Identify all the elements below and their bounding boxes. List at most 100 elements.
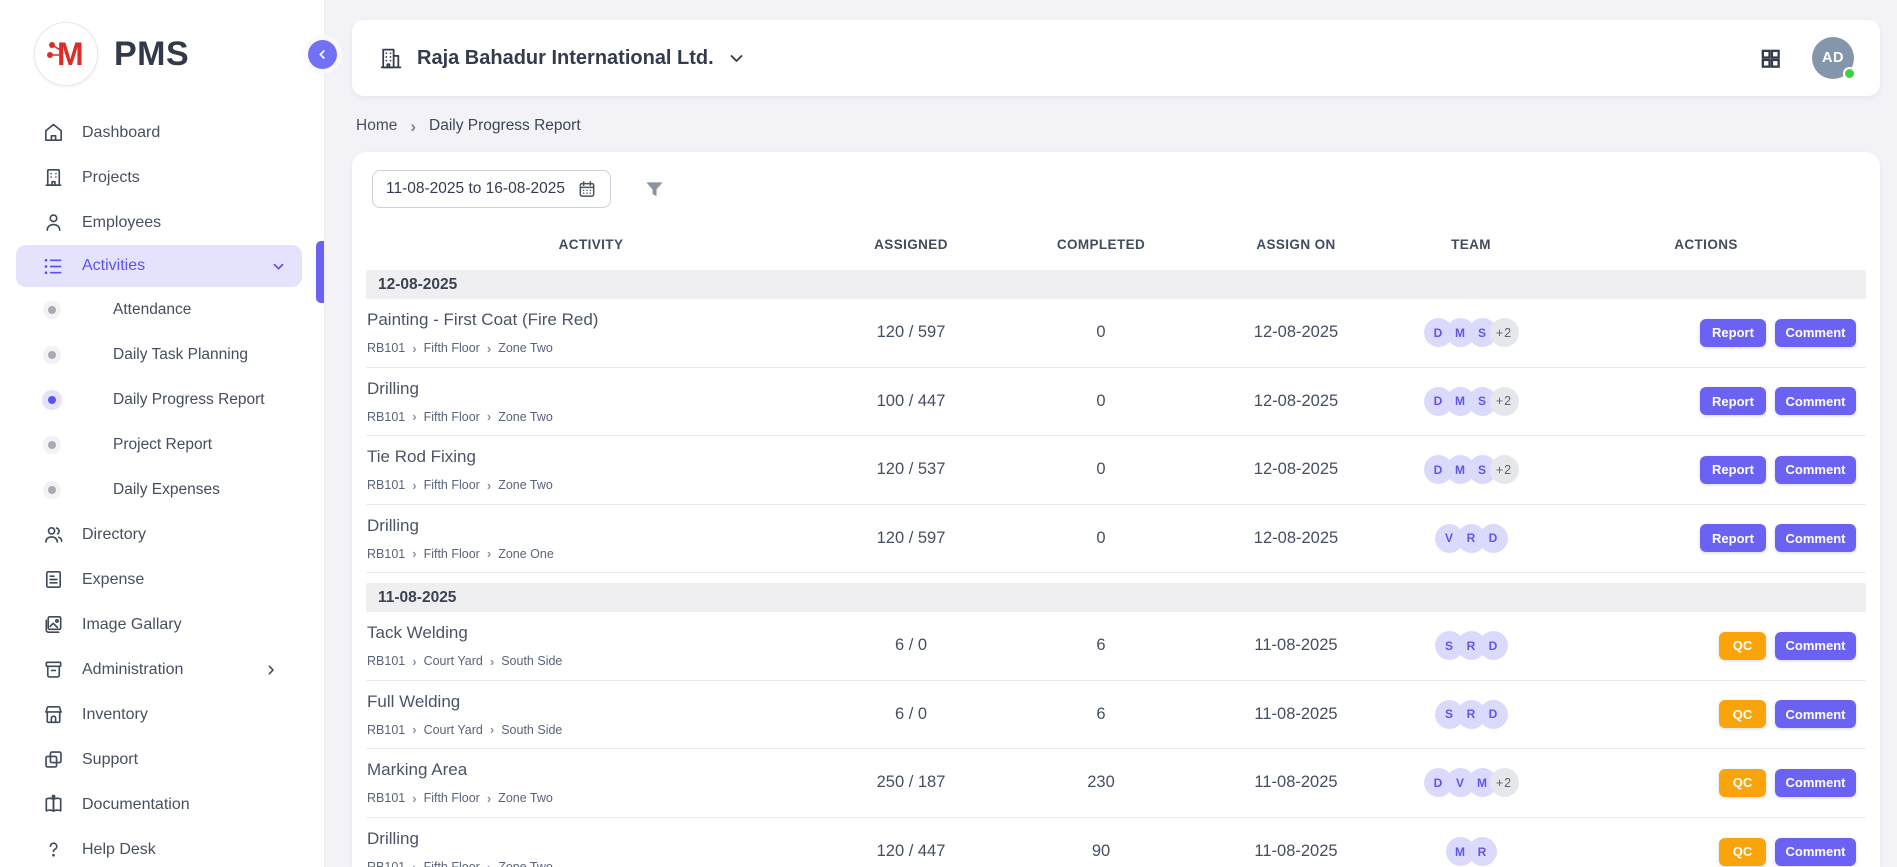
group-header-row: 11-08-2025	[366, 583, 1866, 612]
comment-button[interactable]: Comment	[1775, 524, 1856, 552]
sidebar-subitem-daily-expenses[interactable]: Daily Expenses	[0, 467, 324, 512]
path-segment: Court Yard	[424, 654, 483, 668]
comment-button[interactable]: Comment	[1775, 838, 1856, 866]
assigned-value: 6 / 0	[816, 705, 1006, 724]
team-avatars[interactable]: DMS+2	[1396, 387, 1546, 416]
sidebar-subitem-attendance[interactable]: Attendance	[0, 287, 324, 332]
path-segment: Fifth Floor	[424, 860, 480, 867]
team-avatars[interactable]: MR	[1396, 837, 1546, 866]
actions-cell: QC Comment	[1546, 632, 1866, 660]
activity-cell: Tack WeldingRB101›Court Yard›South Side	[366, 623, 816, 668]
qc-button[interactable]: QC	[1719, 700, 1766, 728]
topbar: Raja Bahadur International Ltd. AD	[352, 20, 1880, 96]
report-button[interactable]: Report	[1700, 524, 1766, 552]
sidebar-subitem-project-report[interactable]: Project Report	[0, 422, 324, 467]
comment-button[interactable]: Comment	[1775, 387, 1856, 415]
comment-button[interactable]: Comment	[1775, 769, 1856, 797]
activity-path: RB101›Fifth Floor›Zone Two	[367, 791, 816, 805]
comment-button[interactable]: Comment	[1775, 632, 1856, 660]
report-button[interactable]: Report	[1700, 387, 1766, 415]
collapse-sidebar-button[interactable]	[308, 40, 337, 69]
table-row: Painting - First Coat (Fire Red)RB101›Fi…	[366, 299, 1866, 368]
archive-icon	[41, 658, 65, 682]
actions-cell: Report Comment	[1546, 456, 1866, 484]
sidebar-item-projects[interactable]: Projects	[0, 155, 324, 200]
path-segment: Zone Two	[498, 791, 553, 805]
sidebar-item-label: Dashboard	[82, 124, 160, 142]
path-segment: Fifth Floor	[424, 341, 480, 355]
report-button[interactable]: Report	[1700, 456, 1766, 484]
activity-cell: DrillingRB101›Fifth Floor›Zone Two	[366, 829, 816, 867]
chevron-right-icon: ›	[412, 410, 416, 423]
table-row: Tack WeldingRB101›Court Yard›South Side 6…	[366, 612, 1866, 681]
sidebar-item-inventory[interactable]: Inventory	[0, 692, 324, 737]
sidebar-item-expense[interactable]: Expense	[0, 557, 324, 602]
sidebar-item-support[interactable]: Support	[0, 737, 324, 782]
sidebar-subitem-label: Project Report	[113, 436, 212, 454]
chevron-right-icon: ›	[487, 861, 491, 867]
activity-path: RB101›Fifth Floor›Zone Two	[367, 860, 816, 867]
activity-cell: DrillingRB101›Fifth Floor›Zone Two	[366, 379, 816, 424]
qc-button[interactable]: QC	[1719, 769, 1766, 797]
actions-cell: Report Comment	[1546, 524, 1866, 552]
user-avatar[interactable]: AD	[1812, 37, 1854, 79]
sidebar-subitem-daily-task-planning[interactable]: Daily Task Planning	[0, 332, 324, 377]
sidebar-item-employees[interactable]: Employees	[0, 200, 324, 245]
sidebar-item-administration[interactable]: Administration	[0, 647, 324, 692]
sidebar-item-label: Directory	[82, 526, 146, 544]
status-online-dot	[1843, 67, 1856, 80]
team-avatars[interactable]: VRD	[1396, 524, 1546, 553]
bullet-dot-icon	[48, 396, 56, 404]
path-segment: RB101	[367, 654, 405, 668]
assigned-value: 120 / 597	[816, 529, 1006, 548]
breadcrumb-home[interactable]: Home	[356, 117, 397, 135]
sidebar-item-help-desk[interactable]: Help Desk	[0, 827, 324, 867]
path-segment: RB101	[367, 547, 405, 561]
activity-path: RB101›Court Yard›South Side	[367, 654, 816, 668]
sidebar-item-activities[interactable]: Activities	[16, 245, 302, 287]
company-selector[interactable]: Raja Bahadur International Ltd.	[378, 46, 745, 71]
sidebar-item-documentation[interactable]: Documentation	[0, 782, 324, 827]
table-row: DrillingRB101›Fifth Floor›Zone One120 / …	[366, 505, 1866, 574]
apps-grid-icon[interactable]	[1759, 47, 1782, 70]
report-button[interactable]: Report	[1700, 319, 1766, 347]
sidebar-item-directory[interactable]: Directory	[0, 512, 324, 557]
question-icon	[41, 838, 65, 862]
path-segment: Zone Two	[498, 478, 553, 492]
bullet-dot-icon	[48, 306, 56, 314]
team-avatars[interactable]: DMS+2	[1396, 455, 1546, 484]
date-range-input[interactable]: 11-08-2025 to 16-08-2025	[372, 170, 611, 208]
sidebar-item-label: Inventory	[82, 706, 148, 724]
team-avatars[interactable]: DMS+2	[1396, 318, 1546, 347]
team-avatars[interactable]: SRD	[1396, 700, 1546, 729]
chevron-left-icon	[316, 48, 329, 61]
comment-button[interactable]: Comment	[1775, 456, 1856, 484]
path-segment: Court Yard	[424, 723, 483, 737]
activity-cell: DrillingRB101›Fifth Floor›Zone One	[366, 516, 816, 561]
sidebar-subitem-daily-progress-report[interactable]: Daily Progress Report	[0, 377, 324, 422]
sidebar-item-image-gallary[interactable]: Image Gallary	[0, 602, 324, 647]
copy-icon	[41, 748, 65, 772]
path-segment: Fifth Floor	[424, 478, 480, 492]
comment-button[interactable]: Comment	[1775, 319, 1856, 347]
filter-icon[interactable]	[643, 178, 666, 201]
actions-cell: QC Comment	[1546, 700, 1866, 728]
assign-on-value: 12-08-2025	[1196, 323, 1396, 342]
qc-button[interactable]: QC	[1719, 838, 1766, 866]
team-avatars[interactable]: SRD	[1396, 631, 1546, 660]
activity-title: Painting - First Coat (Fire Red)	[367, 310, 816, 330]
completed-value: 0	[1006, 392, 1196, 411]
team-avatars[interactable]: DVM+2	[1396, 768, 1546, 797]
completed-value: 6	[1006, 636, 1196, 655]
comment-button[interactable]: Comment	[1775, 700, 1856, 728]
path-segment: South Side	[501, 654, 562, 668]
qc-button[interactable]: QC	[1719, 632, 1766, 660]
table-header: ACTIVITY ASSIGNED COMPLETED ASSIGN ON TE…	[366, 228, 1866, 260]
assign-on-value: 12-08-2025	[1196, 460, 1396, 479]
sidebar-item-dashboard[interactable]: Dashboard	[0, 110, 324, 155]
activity-cell: Painting - First Coat (Fire Red)RB101›Fi…	[366, 310, 816, 355]
path-segment: RB101	[367, 410, 405, 424]
assign-on-value: 12-08-2025	[1196, 529, 1396, 548]
team-badge: D	[1479, 700, 1508, 729]
completed-value: 90	[1006, 842, 1196, 861]
